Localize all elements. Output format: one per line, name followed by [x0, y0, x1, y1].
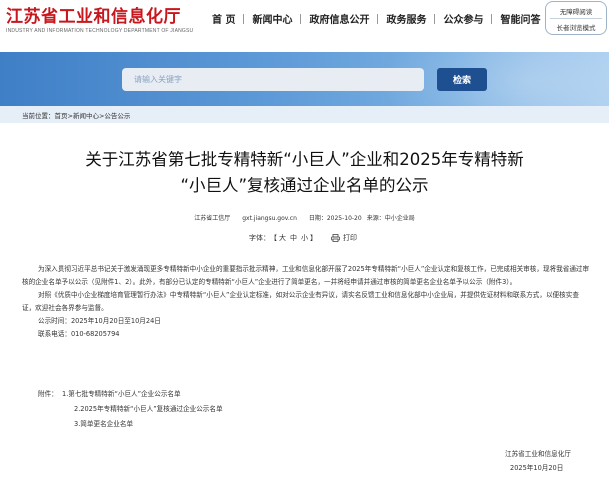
contact-phone: 联系电话：010-68205794 [38, 330, 120, 338]
article-body: 为深入贯彻习近平总书记关于激发涌现更多专精特新中小企业的重要指示批示精神，工业和… [22, 263, 590, 341]
print-label: 打印 [343, 234, 357, 242]
elder-mode-button[interactable]: 长者浏览模式 [546, 22, 606, 32]
attachments-label: 附件： [38, 390, 58, 398]
notice-period: 公示时间：2025年10月20日至10月24日 [38, 317, 161, 325]
page-title-line1: 关于江苏省第七批专精特新“小巨人”企业和2025年专精特新 [85, 150, 524, 169]
printer-icon [331, 234, 340, 242]
site-logo[interactable]: 江苏省工业和信息化厅 INDUSTRY AND INFORMATION TECH… [6, 2, 193, 34]
breadcrumb: 当前位置：首页>新闻中心>公告公示 [22, 110, 130, 120]
article-date: 日期：2025-10-20 [308, 215, 362, 222]
article-source: 江苏省工信厅 [194, 215, 231, 222]
signature-org: 江苏省工业和信息化厅 [505, 450, 571, 458]
nav-public[interactable]: 公众参与 [443, 11, 483, 26]
print-button[interactable]: 打印 [331, 233, 357, 243]
font-size-label: 字体： [249, 234, 270, 242]
font-bracket-close: 】 [310, 234, 317, 242]
search-input[interactable] [122, 68, 424, 91]
accessibility-panel: 无障碍阅读 长者浏览模式 [545, 1, 607, 35]
article-paragraph: 对照《优质中小企业梯度培育管理暂行办法》中专精特新“小巨人”企业认定标准，如对公… [22, 291, 579, 312]
attachment-link-2[interactable]: 2.2025年专精特新“小巨人”复核通过企业公示名单 [74, 403, 223, 413]
font-bracket-open: 【 [270, 234, 277, 242]
attachment-link-3[interactable]: 3.简单更名企业名单 [74, 418, 133, 428]
breadcrumb-home[interactable]: 首页 [55, 112, 68, 120]
article-paragraph: 为深入贯彻习近平总书记关于激发涌现更多专精特新中小企业的重要指示批示精神，工业和… [22, 265, 590, 286]
article-meta: 江苏省工信厅 gxt.jiangsu.gov.cn 日期：2025-10-20 来… [0, 213, 609, 222]
signature-date: 2025年10月20日 [510, 464, 564, 472]
nav-gov-info[interactable]: 政府信息公开 [309, 11, 369, 26]
site-header: 江苏省工业和信息化厅 INDUSTRY AND INFORMATION TECH… [0, 0, 609, 36]
accessibility-button[interactable]: 无障碍阅读 [546, 6, 606, 16]
panel-divider [550, 18, 602, 19]
breadcrumb-news[interactable]: 新闻中心 [73, 112, 99, 120]
breadcrumb-notices[interactable]: 公告公示 [104, 112, 130, 120]
search-button[interactable]: 检索 [437, 68, 487, 91]
nav-divider [243, 13, 245, 24]
article-domain: gxt.jiangsu.gov.cn [242, 215, 297, 222]
nav-news[interactable]: 新闻中心 [252, 11, 292, 26]
nav-gov-service[interactable]: 政务服务 [386, 11, 426, 26]
nav-home[interactable]: 首 页 [212, 11, 235, 26]
main-nav: 首 页 新闻中心 政府信息公开 政务服务 公众参与 智能问答 [212, 11, 540, 26]
font-size-large[interactable]: 大 [279, 233, 286, 243]
page-title: 关于江苏省第七批专精特新“小巨人”企业和2025年专精特新 “小巨人”复核通过企… [0, 147, 609, 199]
nav-divider [434, 13, 436, 24]
breadcrumb-prefix: 当前位置： [22, 112, 55, 120]
nav-divider [491, 13, 493, 24]
font-size-medium[interactable]: 中 [290, 233, 297, 243]
nav-divider [300, 13, 302, 24]
logo-title: 江苏省工业和信息化厅 [6, 7, 181, 27]
font-size-controls: 字体： 【 大 中 小 】 打印 [249, 233, 357, 243]
font-size-small[interactable]: 小 [301, 233, 308, 243]
nav-divider [377, 13, 379, 24]
logo-subtitle: INDUSTRY AND INFORMATION TECHNOLOGY DEPA… [6, 28, 194, 34]
nav-smart-qa[interactable]: 智能问答 [500, 11, 540, 26]
article-origin: 来源：中小企业局 [366, 215, 415, 222]
attachment-link-1[interactable]: 1.第七批专精特新“小巨人”企业公示名单 [62, 388, 181, 398]
page-title-line2: “小巨人”复核通过企业名单的公示 [180, 176, 429, 195]
